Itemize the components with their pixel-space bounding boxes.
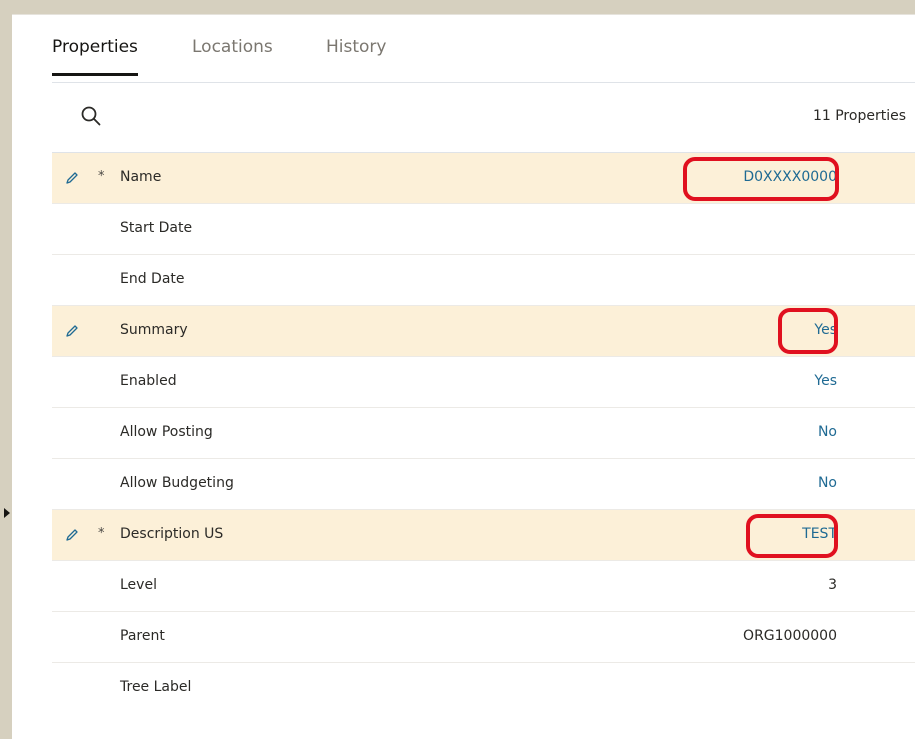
tab-bar: Properties Locations History — [52, 15, 915, 83]
property-label: Parent — [120, 628, 165, 644]
properties-panel: Properties Locations History 11 Properti… — [12, 14, 915, 739]
expand-caret-icon[interactable] — [4, 508, 10, 518]
required-asterisk: * — [98, 526, 105, 541]
property-row-allow-posting[interactable]: Allow Posting No — [52, 408, 915, 459]
property-label: Allow Budgeting — [120, 475, 234, 491]
property-label: Enabled — [120, 373, 177, 389]
property-row-enabled[interactable]: Enabled Yes — [52, 357, 915, 408]
search-toolbar: 11 Properties — [52, 83, 915, 151]
property-list: * Name D0XXXX0000 Start Date End Date Su… — [52, 152, 915, 713]
property-value-allow-posting[interactable]: No — [818, 424, 837, 440]
pencil-icon[interactable] — [64, 527, 80, 543]
pencil-icon[interactable] — [64, 170, 80, 186]
tab-locations[interactable]: Locations — [192, 37, 273, 57]
property-label: End Date — [120, 271, 185, 287]
property-row-parent[interactable]: Parent ORG1000000 — [52, 612, 915, 663]
search-icon[interactable] — [80, 105, 102, 127]
property-label: Summary — [120, 322, 188, 338]
property-row-level[interactable]: Level 3 — [52, 561, 915, 612]
tab-properties[interactable]: Properties — [52, 37, 138, 76]
property-value-summary[interactable]: Yes — [814, 322, 837, 338]
property-row-start-date[interactable]: Start Date — [52, 204, 915, 255]
property-value-description-us[interactable]: TEST — [802, 526, 837, 542]
property-label: Allow Posting — [120, 424, 213, 440]
property-row-end-date[interactable]: End Date — [52, 255, 915, 306]
property-value-allow-budgeting[interactable]: No — [818, 475, 837, 491]
property-row-name[interactable]: * Name D0XXXX0000 — [52, 153, 915, 204]
property-row-summary[interactable]: Summary Yes — [52, 306, 915, 357]
property-row-description-us[interactable]: * Description US TEST — [52, 510, 915, 561]
property-label: Level — [120, 577, 157, 593]
tab-history[interactable]: History — [326, 37, 386, 57]
property-value-enabled[interactable]: Yes — [814, 373, 837, 389]
property-row-tree-label[interactable]: Tree Label — [52, 663, 915, 713]
required-asterisk: * — [98, 169, 105, 184]
property-label: Name — [120, 169, 162, 185]
property-count: 11 Properties — [812, 108, 906, 124]
property-value-parent: ORG1000000 — [743, 628, 837, 644]
property-row-allow-budgeting[interactable]: Allow Budgeting No — [52, 459, 915, 510]
pencil-icon[interactable] — [64, 323, 80, 339]
property-label: Description US — [120, 526, 224, 542]
property-value-name[interactable]: D0XXXX0000 — [743, 169, 837, 185]
property-label: Start Date — [120, 220, 193, 236]
property-value-level: 3 — [828, 577, 837, 593]
property-label: Tree Label — [120, 679, 192, 695]
